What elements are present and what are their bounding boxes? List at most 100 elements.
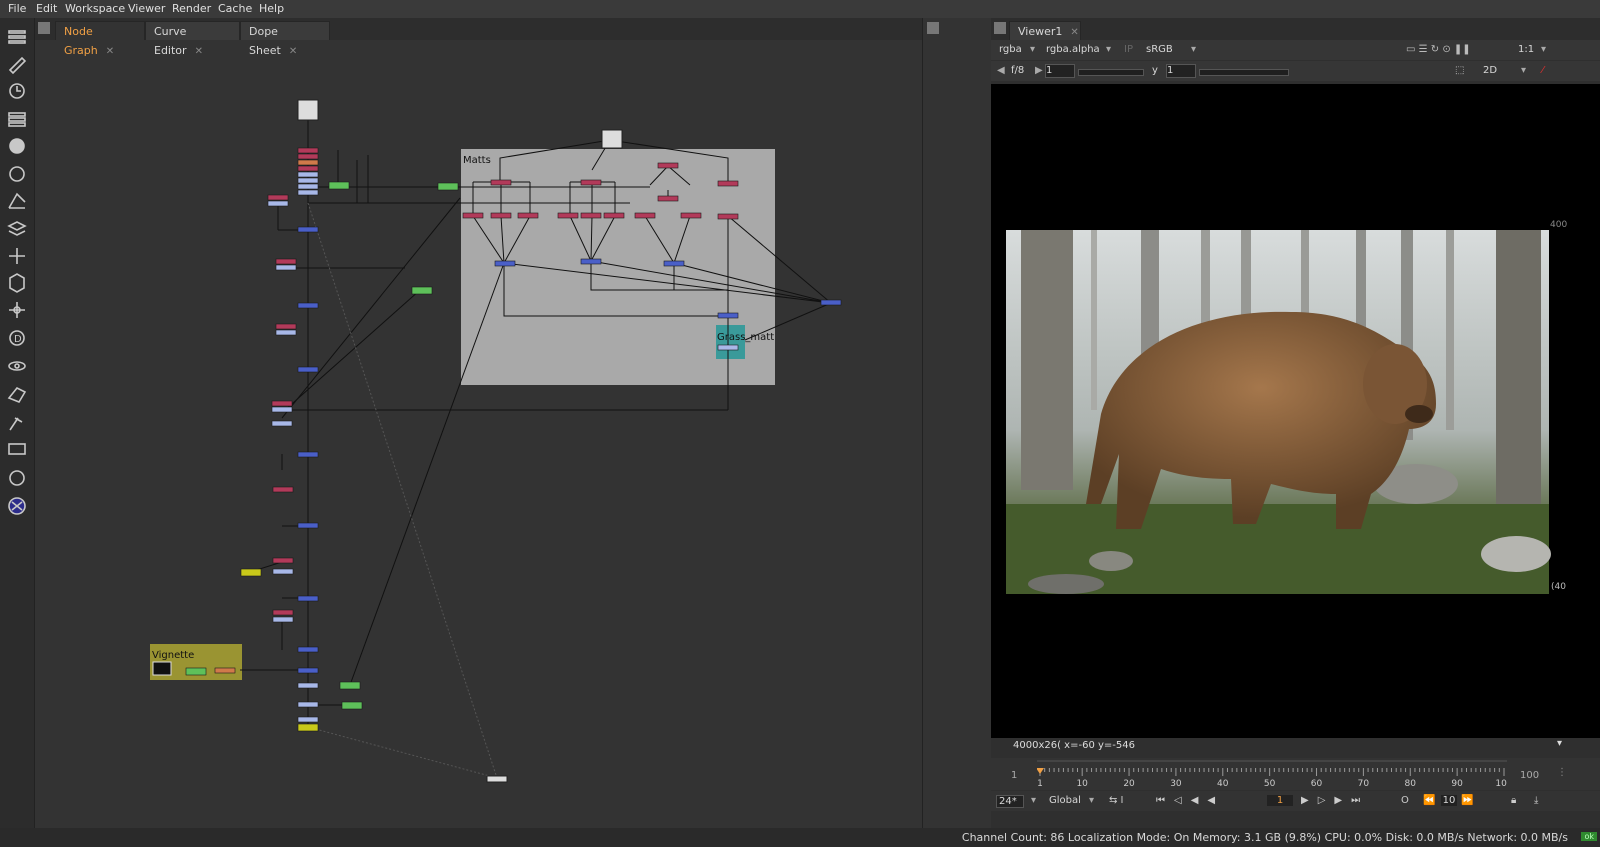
- skip-back-buttons[interactable]: ⏮◁◀◀: [1156, 795, 1224, 806]
- graph-node[interactable]: [580, 258, 602, 265]
- frame-increment-field[interactable]: 10: [1441, 795, 1457, 806]
- graph-node[interactable]: [297, 716, 319, 723]
- tab-viewer1[interactable]: Viewer1 ✕: [1009, 21, 1081, 40]
- merge-icon[interactable]: [7, 221, 27, 236]
- graph-node[interactable]: [297, 701, 319, 708]
- graph-node[interactable]: [297, 165, 319, 172]
- metadata-icon[interactable]: [7, 386, 27, 403]
- graph-node[interactable]: [297, 646, 319, 653]
- zoom-dropdown[interactable]: 1:1: [1518, 44, 1534, 55]
- gamma-slider[interactable]: [1199, 69, 1289, 76]
- download-icon[interactable]: ⤓: [1534, 795, 1538, 806]
- menu-cache[interactable]: Cache: [218, 2, 252, 15]
- alpha-chevron-icon[interactable]: ▾: [1106, 44, 1111, 55]
- alpha-dropdown[interactable]: rgba.alpha: [1046, 44, 1100, 55]
- graph-node[interactable]: [297, 302, 319, 309]
- graph-node[interactable]: [272, 609, 294, 616]
- graph-node[interactable]: [271, 400, 293, 407]
- views-icon[interactable]: [8, 361, 26, 371]
- read-node[interactable]: [297, 99, 319, 121]
- time-icon[interactable]: [9, 83, 25, 99]
- graph-node[interactable]: [494, 260, 516, 267]
- graph-node[interactable]: [328, 181, 350, 190]
- graph-node[interactable]: [271, 406, 293, 413]
- graph-node[interactable]: [517, 212, 539, 219]
- lut-dropdown[interactable]: sRGB: [1146, 44, 1173, 55]
- graph-node[interactable]: [411, 286, 433, 295]
- dot-node[interactable]: [601, 129, 623, 149]
- step-back-icon[interactable]: ⏪: [1423, 795, 1435, 806]
- step-forward-icon[interactable]: ⏩: [1461, 795, 1473, 806]
- deep-icon[interactable]: D: [9, 330, 25, 346]
- play-forward-buttons[interactable]: ▶▷▶⏭: [1301, 795, 1369, 806]
- graph-node[interactable]: [297, 159, 319, 166]
- tab-curve-editor[interactable]: Curve Editor ✕: [145, 21, 240, 57]
- graph-node[interactable]: [297, 723, 319, 732]
- graph-node[interactable]: [297, 522, 319, 529]
- constant-node[interactable]: [152, 661, 172, 676]
- timeline-playhead[interactable]: [1037, 768, 1044, 774]
- graph-node[interactable]: [275, 323, 297, 330]
- playback-mode-icon[interactable]: ⇆ I: [1109, 795, 1124, 806]
- graph-node[interactable]: [634, 212, 656, 219]
- graph-node[interactable]: [297, 451, 319, 458]
- toolsets-icon[interactable]: [9, 417, 23, 431]
- graph-node[interactable]: [297, 147, 319, 154]
- timeline-end[interactable]: 100: [1520, 770, 1539, 781]
- menu-workspace[interactable]: Workspace: [65, 2, 125, 15]
- viewer-node[interactable]: [486, 775, 508, 783]
- graph-node[interactable]: [272, 486, 294, 493]
- viewer-image-area[interactable]: 400 (40: [991, 84, 1600, 738]
- current-frame-field[interactable]: 1: [1267, 795, 1293, 806]
- viewer-tools-icons[interactable]: ▭ ☰ ↻ ⊙ ❚❚: [1406, 44, 1471, 55]
- graph-node[interactable]: [717, 180, 739, 187]
- graph-node[interactable]: [267, 194, 289, 201]
- graph-node[interactable]: [297, 171, 319, 178]
- gain-slider[interactable]: [1078, 69, 1144, 76]
- mode-chevron-icon[interactable]: ▾: [1521, 65, 1526, 76]
- graph-node[interactable]: [820, 299, 842, 306]
- graph-node[interactable]: [272, 568, 294, 575]
- paint-stroke-icon[interactable]: ⁄: [1542, 65, 1544, 76]
- graph-node[interactable]: [267, 200, 289, 207]
- graph-node[interactable]: [490, 179, 512, 186]
- graph-node[interactable]: [297, 667, 319, 674]
- graph-node[interactable]: [297, 153, 319, 160]
- timeline-start[interactable]: 1: [1011, 770, 1017, 781]
- panel-menu-icon[interactable]: [994, 22, 1006, 34]
- graph-node[interactable]: [580, 179, 602, 186]
- node-graph-canvas[interactable]: Matts Vignette Grass_matt: [35, 40, 922, 828]
- mode-dropdown[interactable]: 2D: [1483, 65, 1497, 76]
- fps-dropdown[interactable]: 24*: [996, 795, 1024, 808]
- nuke-logo-icon[interactable]: [8, 497, 26, 515]
- timeline-ruler[interactable]: 1 10 20 30 40 50 60 70 80 90 100: [1037, 760, 1507, 788]
- graph-node[interactable]: [272, 616, 294, 623]
- channel-icon[interactable]: [8, 112, 26, 127]
- graph-node[interactable]: [297, 682, 319, 689]
- graph-node[interactable]: [297, 189, 319, 196]
- lock-icon[interactable]: 🔒︎: [1511, 795, 1516, 806]
- channels-chevron-icon[interactable]: ▾: [1030, 44, 1035, 55]
- furnace-icon[interactable]: [9, 470, 25, 486]
- graph-node[interactable]: [657, 162, 679, 169]
- zoom-chevron-icon[interactable]: ▾: [1541, 44, 1546, 55]
- tab-dope-sheet[interactable]: Dope Sheet ✕: [240, 21, 330, 57]
- move-tool-icon[interactable]: [8, 30, 26, 44]
- fstop-right-icon[interactable]: ▶: [1035, 65, 1043, 76]
- close-icon[interactable]: ✕: [1070, 27, 1078, 38]
- color-icon[interactable]: [9, 138, 25, 154]
- graph-node[interactable]: [680, 212, 702, 219]
- 3d-icon[interactable]: [9, 273, 25, 293]
- graph-node[interactable]: [275, 264, 297, 271]
- scope-dropdown[interactable]: Global: [1049, 795, 1081, 806]
- fps-chevron-icon[interactable]: ▾: [1031, 795, 1036, 806]
- other-icon[interactable]: [8, 443, 26, 455]
- paint-icon[interactable]: [8, 56, 27, 75]
- graph-node[interactable]: [185, 667, 207, 676]
- particles-icon[interactable]: [9, 302, 25, 318]
- graph-node[interactable]: [557, 212, 579, 219]
- graph-node[interactable]: [580, 212, 602, 219]
- tab-node-graph[interactable]: Node Graph ✕: [55, 21, 145, 57]
- graph-node[interactable]: [297, 226, 319, 233]
- transform-icon[interactable]: [9, 248, 25, 264]
